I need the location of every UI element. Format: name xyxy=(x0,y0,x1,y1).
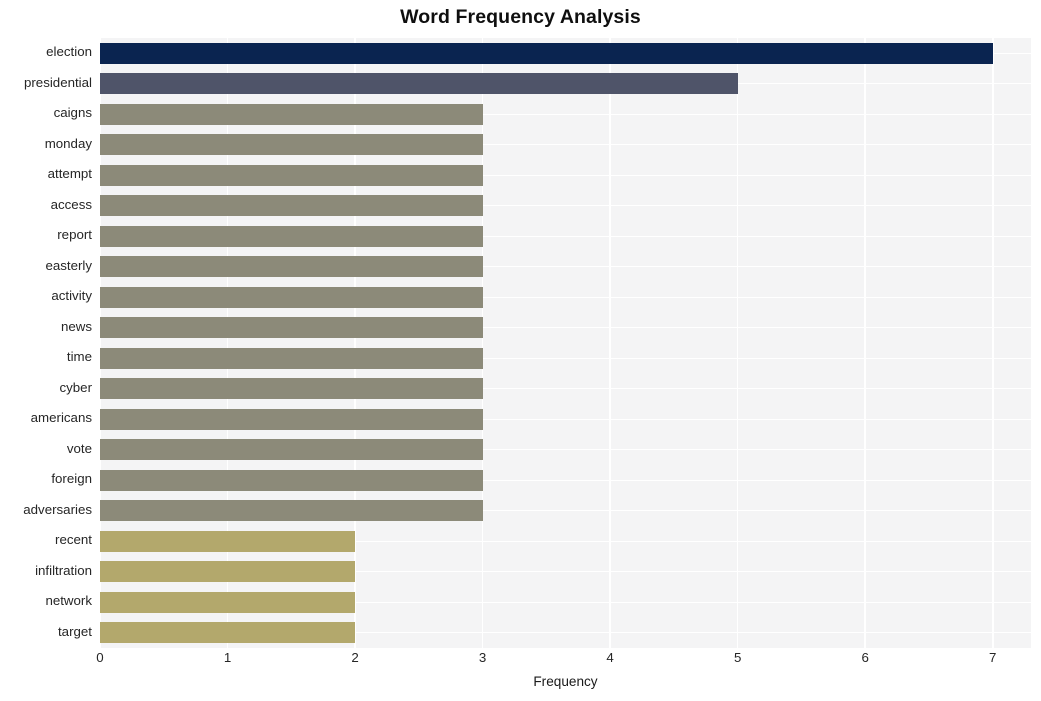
chart-title: Word Frequency Analysis xyxy=(400,6,641,28)
y-tick-label: time xyxy=(66,349,92,365)
bar xyxy=(100,469,483,491)
y-tick-label: news xyxy=(60,318,92,334)
x-tick-label: 6 xyxy=(861,650,869,665)
vertical-gridline xyxy=(609,38,611,648)
vertical-gridline xyxy=(226,38,229,648)
bar xyxy=(100,500,483,522)
plot-area xyxy=(100,38,1031,648)
bar xyxy=(100,103,483,125)
bar xyxy=(100,378,483,400)
x-tick-label: 0 xyxy=(96,650,104,665)
x-tick-label: 1 xyxy=(223,650,232,665)
x-tick-label: 7 xyxy=(989,650,997,665)
bar xyxy=(100,42,993,64)
x-tick-label: 3 xyxy=(478,650,487,665)
y-tick-label: presidential xyxy=(23,74,92,90)
x-axis-tick-labels: 0 1 2 3 4 5 6 7 xyxy=(96,650,1031,672)
y-tick-label: easterly xyxy=(45,257,92,273)
bar xyxy=(100,286,483,308)
bar xyxy=(100,561,356,583)
bar xyxy=(100,408,483,430)
y-tick-label: activity xyxy=(51,288,92,304)
y-tick-label: target xyxy=(57,623,92,639)
y-tick-label: americans xyxy=(30,410,92,426)
y-tick-label: cyber xyxy=(59,379,92,395)
bar xyxy=(100,347,483,369)
y-tick-label: monday xyxy=(44,135,92,151)
bar xyxy=(100,317,483,339)
vertical-gridline xyxy=(736,38,739,648)
bar xyxy=(100,439,483,461)
bar xyxy=(100,256,483,278)
vertical-gridline xyxy=(864,38,866,648)
bar xyxy=(100,164,483,186)
vertical-gridline xyxy=(481,38,484,648)
x-tick-label: 2 xyxy=(351,650,359,665)
word-frequency-bar-chart: Word Frequency Analysis election presiden… xyxy=(0,0,1041,701)
y-tick-label: attempt xyxy=(47,166,92,182)
x-tick-label: 4 xyxy=(606,650,614,665)
vertical-gridline xyxy=(991,38,994,648)
y-tick-label: foreign xyxy=(51,471,92,487)
y-tick-label: vote xyxy=(66,440,92,456)
x-tick-label: 5 xyxy=(733,650,742,665)
y-tick-label: access xyxy=(50,196,92,212)
y-axis-tick-labels: election presidential caigns monday attempt a… xyxy=(0,38,92,648)
bar xyxy=(100,225,483,247)
vertical-gridline xyxy=(354,38,356,648)
bar xyxy=(100,591,356,613)
y-tick-label: caigns xyxy=(53,105,92,121)
y-tick-label: recent xyxy=(55,532,92,548)
bar xyxy=(100,134,483,156)
bar xyxy=(100,195,483,217)
y-tick-label: network xyxy=(45,593,92,609)
bar xyxy=(100,73,738,95)
y-tick-label: infiltration xyxy=(35,562,92,578)
x-axis-label: Frequency xyxy=(533,674,598,689)
y-tick-label: adversaries xyxy=(23,501,92,517)
y-tick-label: report xyxy=(57,227,92,243)
bar xyxy=(100,530,356,552)
y-tick-label: election xyxy=(46,44,92,60)
bar xyxy=(100,622,356,644)
vertical-gridline xyxy=(100,38,101,648)
